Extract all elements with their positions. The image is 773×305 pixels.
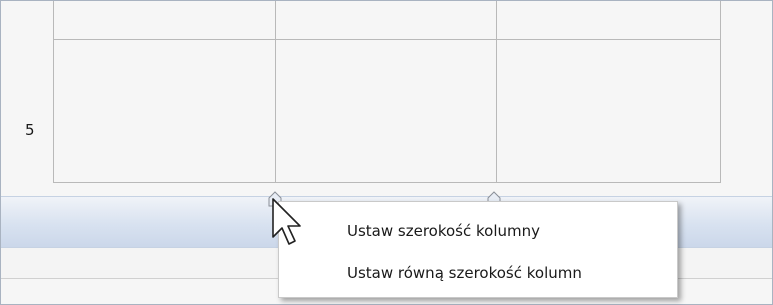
document-canvas: 5 Ustaw szerokość kolumny Ustaw równą sz… [0, 0, 773, 305]
menu-item-label: Ustaw równą szerokość kolumn [347, 264, 582, 282]
table-cell-r1c3[interactable] [497, 1, 719, 39]
table-grid [53, 1, 721, 183]
table-cell-r1c2[interactable] [276, 1, 496, 39]
mouse-pointer-icon [272, 198, 301, 245]
context-menu: Ustaw szerokość kolumny Ustaw równą szer… [278, 201, 678, 298]
table-cell-r2c2[interactable] [276, 40, 496, 182]
row-number-label: 5 [25, 121, 35, 139]
table-cell-r2c3[interactable] [497, 40, 719, 182]
table-cell-r1c1[interactable] [54, 1, 275, 39]
menu-item-distribute-columns[interactable]: Ustaw równą szerokość kolumn [279, 255, 677, 291]
table-cell-r2c1[interactable] [54, 40, 275, 182]
menu-item-label: Ustaw szerokość kolumny [347, 222, 540, 240]
menu-item-set-column-width[interactable]: Ustaw szerokość kolumny [279, 213, 677, 249]
